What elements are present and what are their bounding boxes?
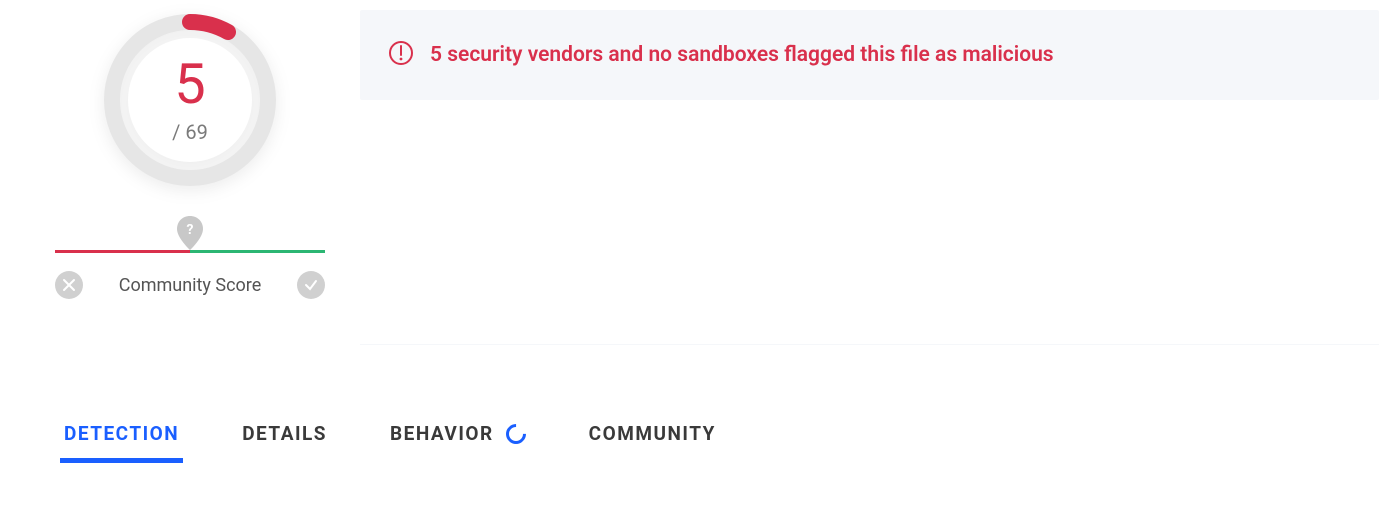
x-circle-icon[interactable] <box>55 271 83 299</box>
main-panel: 5 security vendors and no sandboxes flag… <box>360 10 1379 345</box>
community-score-label: Community Score <box>119 275 262 296</box>
tab-label: DETAILS <box>242 422 327 445</box>
tab-details[interactable]: DETAILS <box>238 410 331 457</box>
malicious-alert: 5 security vendors and no sandboxes flag… <box>360 10 1379 100</box>
tab-bar: DETECTION DETAILS BEHAVIOR COMMUNITY <box>0 410 1379 457</box>
loading-spinner-icon <box>502 419 530 447</box>
check-circle-icon[interactable] <box>297 271 325 299</box>
alert-text: 5 security vendors and no sandboxes flag… <box>430 43 1054 67</box>
tab-label: COMMUNITY <box>589 422 716 445</box>
community-score-indicator: ? Community Score <box>55 250 325 299</box>
detection-total: / 69 <box>172 120 208 144</box>
question-pin-icon: ? <box>177 216 203 254</box>
details-area <box>360 100 1379 345</box>
tab-label: BEHAVIOR <box>390 422 494 445</box>
tab-community[interactable]: COMMUNITY <box>585 410 720 457</box>
alert-circle-icon <box>388 40 414 70</box>
tab-detection[interactable]: DETECTION <box>60 410 183 457</box>
detection-count: 5 <box>174 56 205 112</box>
svg-text:?: ? <box>187 222 194 238</box>
tab-label: DETECTION <box>64 422 179 445</box>
score-gauge: 5 / 69 <box>100 10 280 190</box>
score-panel: 5 / 69 ? Community Score <box>40 10 340 299</box>
tab-behavior[interactable]: BEHAVIOR <box>386 410 530 457</box>
